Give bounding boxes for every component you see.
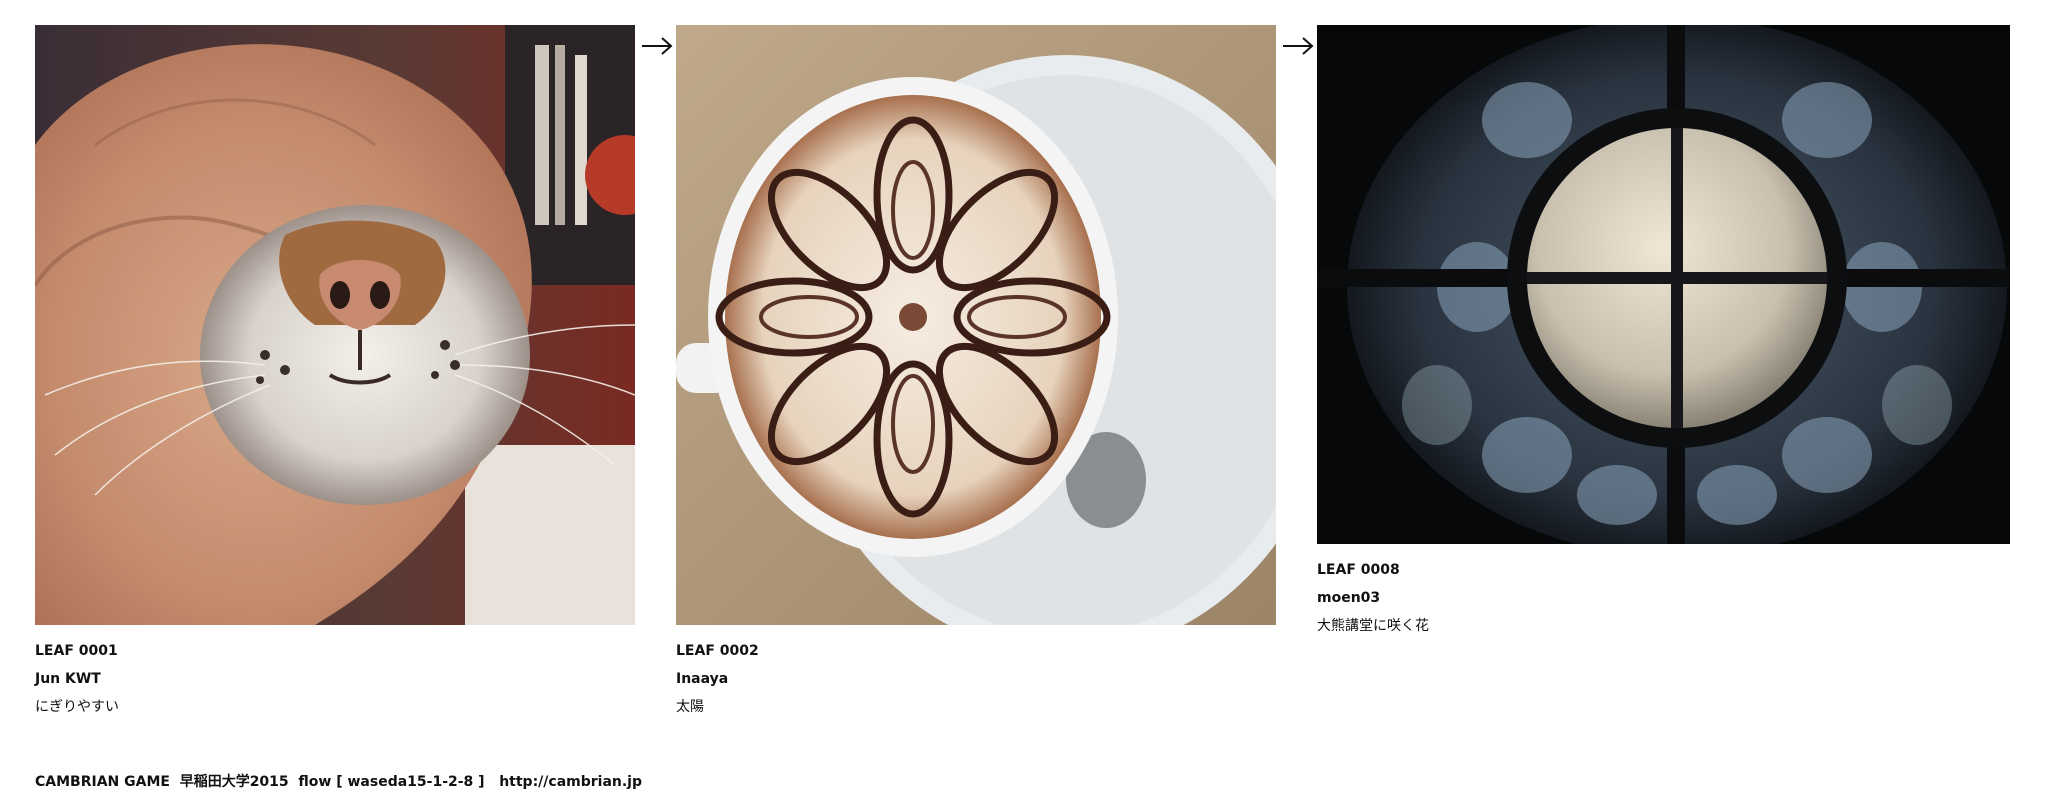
leaf-card-0002[interactable]: LEAF 0002 Inaaya 太陽 (676, 25, 1276, 721)
leaf-author[interactable]: moen03 (1317, 584, 2010, 612)
footer-credits[interactable]: CAMBRIAN GAME 早稲田大学2015 flow [ waseda15-… (35, 772, 642, 792)
leaf-caption: LEAF 0008 moen03 大熊講堂に咲く花 (1317, 556, 2010, 640)
leaf-number[interactable]: LEAF 0008 (1317, 556, 2010, 584)
leaf-author[interactable]: Jun KWT (35, 665, 635, 693)
leaf-card-0001[interactable]: LEAF 0001 Jun KWT にぎりやすい (35, 25, 635, 721)
leaf-photo-latte-art[interactable] (676, 25, 1276, 625)
leaf-caption: LEAF 0001 Jun KWT にぎりやすい (35, 637, 635, 721)
leaf-number[interactable]: LEAF 0001 (35, 637, 635, 665)
arrow-right-icon (1281, 31, 1315, 61)
leaf-number[interactable]: LEAF 0002 (676, 637, 1276, 665)
leaf-caption: LEAF 0002 Inaaya 太陽 (676, 637, 1276, 721)
leaf-photo-cat-in-hand[interactable] (35, 25, 635, 625)
arrow-right-icon (640, 31, 674, 61)
leaf-title: 大熊講堂に咲く花 (1317, 618, 1429, 634)
leaf-card-0008[interactable]: LEAF 0008 moen03 大熊講堂に咲く花 (1317, 25, 2010, 640)
leaf-title: にぎりやすい (35, 699, 119, 715)
leaf-flow: LEAF 0001 Jun KWT にぎりやすい LEAF 0002 Inaay… (35, 25, 2010, 725)
leaf-title: 太陽 (676, 699, 704, 715)
leaf-photo-round-window[interactable] (1317, 25, 2010, 544)
leaf-author[interactable]: Inaaya (676, 665, 1276, 693)
